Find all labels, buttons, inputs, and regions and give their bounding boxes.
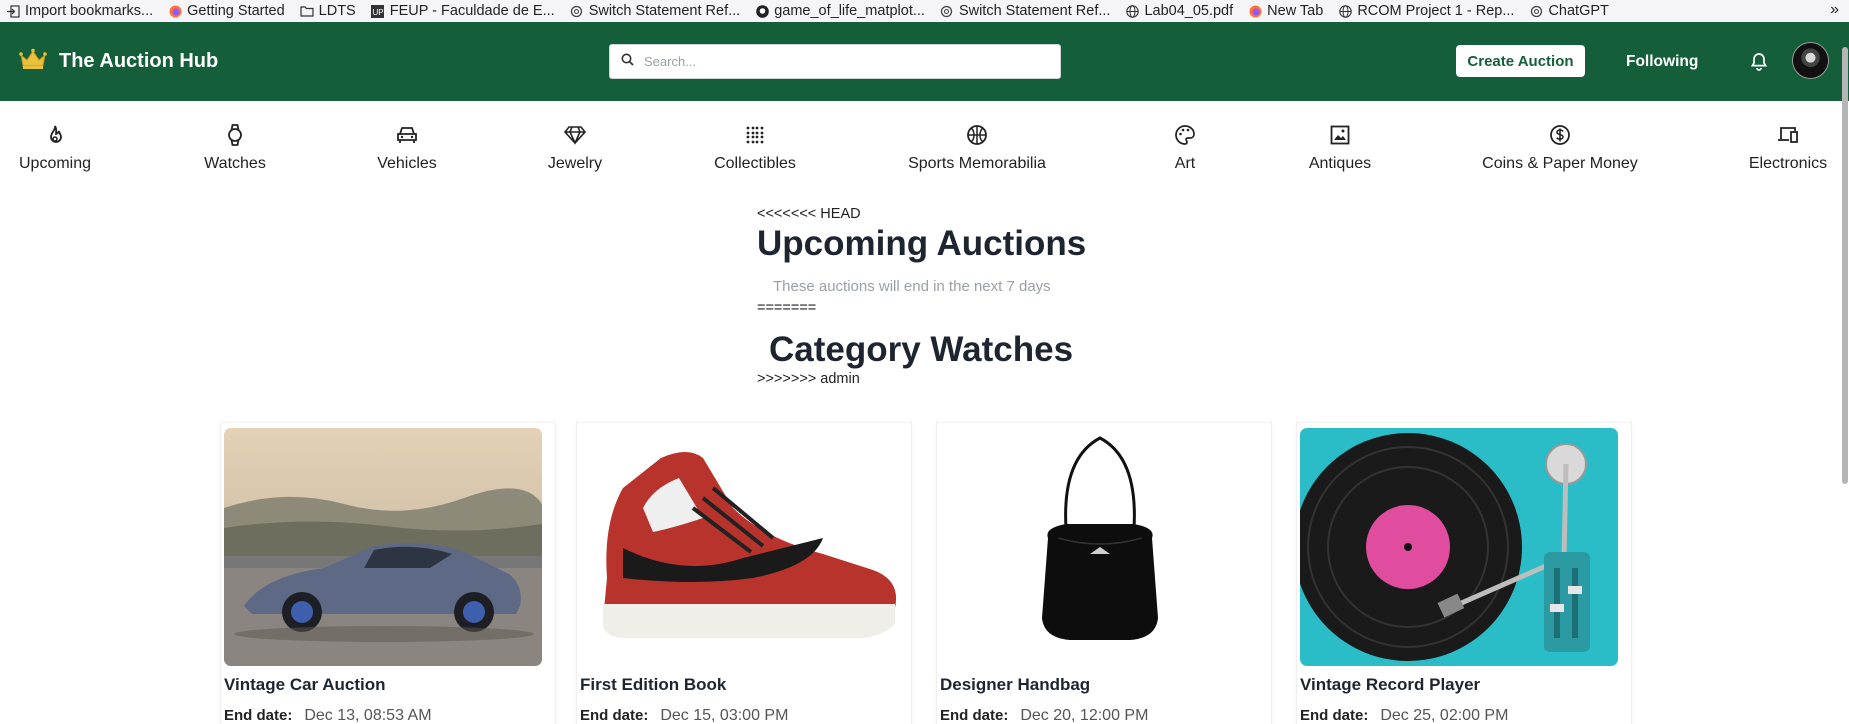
- bookmark-getting-started[interactable]: Getting Started: [162, 3, 294, 19]
- auction-image-car[interactable]: [224, 428, 542, 666]
- search-box: [609, 44, 1061, 79]
- category-collectibles[interactable]: Collectibles: [704, 101, 806, 196]
- openai-icon: [570, 4, 584, 18]
- grid-icon: [743, 123, 767, 147]
- bookmark-import[interactable]: Import bookmarks...: [0, 3, 162, 19]
- svg-text:UP: UP: [373, 8, 384, 17]
- category-antiques[interactable]: Antiques: [1302, 101, 1378, 196]
- notifications-bell-icon[interactable]: [1748, 51, 1770, 73]
- auction-end-date: End date: Dec 13, 08:53 AM: [224, 707, 432, 724]
- following-link[interactable]: Following: [1626, 22, 1698, 101]
- auction-image-handbag[interactable]: [940, 428, 1258, 666]
- palette-icon: [1173, 123, 1197, 147]
- watch-icon: [223, 123, 247, 147]
- basketball-icon: [965, 123, 989, 147]
- crown-icon: [19, 48, 47, 75]
- category-art[interactable]: Art: [1160, 101, 1210, 196]
- feup-icon: UP: [371, 4, 385, 18]
- page-scrollbar[interactable]: [1840, 22, 1849, 724]
- bookmark-switch-2[interactable]: Switch Statement Ref...: [934, 3, 1120, 19]
- site-header: The Auction Hub Create Auction Following: [0, 22, 1849, 101]
- brand-link[interactable]: The Auction Hub: [19, 22, 218, 101]
- auction-card[interactable]: First Edition Book End date: Dec 15, 03:…: [576, 422, 912, 724]
- category-nav: Upcoming Watches Vehicles Jewelry Collec…: [0, 101, 1840, 196]
- openai-icon: [1529, 4, 1543, 18]
- merge-marker-separator: =======: [757, 300, 817, 316]
- bookmark-lab04[interactable]: Lab04_05.pdf: [1119, 3, 1242, 19]
- category-jewelry[interactable]: Jewelry: [529, 101, 621, 196]
- car-icon: [395, 123, 419, 147]
- bookmark-new-tab[interactable]: New Tab: [1242, 3, 1332, 19]
- scrollbar-thumb[interactable]: [1842, 47, 1848, 484]
- auction-title[interactable]: Vintage Record Player: [1300, 675, 1480, 695]
- firefox-icon: [1248, 4, 1262, 18]
- page-title-upcoming: Upcoming Auctions: [757, 224, 1087, 263]
- merge-marker-head: <<<<<<< HEAD: [757, 206, 861, 222]
- page-title-category: Category Watches: [769, 330, 1074, 369]
- bookmark-switch-1[interactable]: Switch Statement Ref...: [564, 3, 750, 19]
- brand-name: The Auction Hub: [59, 50, 219, 72]
- category-electronics[interactable]: Electronics: [1742, 101, 1834, 196]
- bookmark-ldts[interactable]: LDTS: [294, 3, 365, 19]
- category-upcoming[interactable]: Upcoming: [6, 101, 104, 196]
- devices-icon: [1776, 123, 1800, 147]
- folder-icon: [300, 4, 314, 18]
- github-icon: [755, 4, 769, 18]
- auction-image-sneaker[interactable]: [583, 428, 903, 666]
- merge-marker-end: >>>>>>> admin: [757, 371, 860, 387]
- auction-title[interactable]: Vintage Car Auction: [224, 675, 386, 695]
- category-vehicles[interactable]: Vehicles: [364, 101, 450, 196]
- firefox-icon: [168, 4, 182, 18]
- user-avatar[interactable]: [1792, 42, 1829, 79]
- auction-end-date: End date: Dec 20, 12:00 PM: [940, 707, 1149, 724]
- image-icon: [1328, 123, 1352, 147]
- diamond-icon: [563, 123, 587, 147]
- auction-title[interactable]: First Edition Book: [580, 675, 726, 695]
- auction-card[interactable]: Designer Handbag End date: Dec 20, 12:00…: [936, 422, 1272, 724]
- globe-icon: [1338, 4, 1352, 18]
- category-sports-memorabilia[interactable]: Sports Memorabilia: [898, 101, 1056, 196]
- auction-end-date: End date: Dec 15, 03:00 PM: [580, 707, 789, 724]
- search-icon: [621, 53, 634, 71]
- bookmark-game-of-life[interactable]: game_of_life_matplot...: [749, 3, 934, 19]
- auction-card[interactable]: Vintage Record Player End date: Dec 25, …: [1296, 422, 1632, 724]
- bookmark-feup[interactable]: UP FEUP - Faculdade de E...: [365, 3, 564, 19]
- auction-image-record-player[interactable]: [1300, 428, 1618, 666]
- bookmarks-overflow-button[interactable]: »: [1830, 0, 1839, 20]
- page-subtitle: These auctions will end in the next 7 da…: [773, 278, 1051, 295]
- flame-icon: [43, 123, 67, 147]
- bookmarks-bar: Import bookmarks... Getting Started LDTS…: [0, 0, 1849, 22]
- category-coins-paper-money[interactable]: Coins & Paper Money: [1478, 101, 1642, 196]
- auction-end-date: End date: Dec 25, 02:00 PM: [1300, 707, 1509, 724]
- bookmark-chatgpt[interactable]: ChatGPT: [1523, 3, 1617, 19]
- import-icon: [6, 4, 20, 18]
- auction-title[interactable]: Designer Handbag: [940, 675, 1090, 695]
- create-auction-button[interactable]: Create Auction: [1456, 45, 1585, 77]
- auction-card[interactable]: Vintage Car Auction End date: Dec 13, 08…: [220, 422, 556, 724]
- category-watches[interactable]: Watches: [192, 101, 278, 196]
- bookmark-rcom[interactable]: RCOM Project 1 - Rep...: [1332, 3, 1523, 19]
- globe-icon: [1125, 4, 1139, 18]
- openai-icon: [940, 4, 954, 18]
- dollar-icon: [1548, 123, 1572, 147]
- search-input[interactable]: [644, 54, 1044, 69]
